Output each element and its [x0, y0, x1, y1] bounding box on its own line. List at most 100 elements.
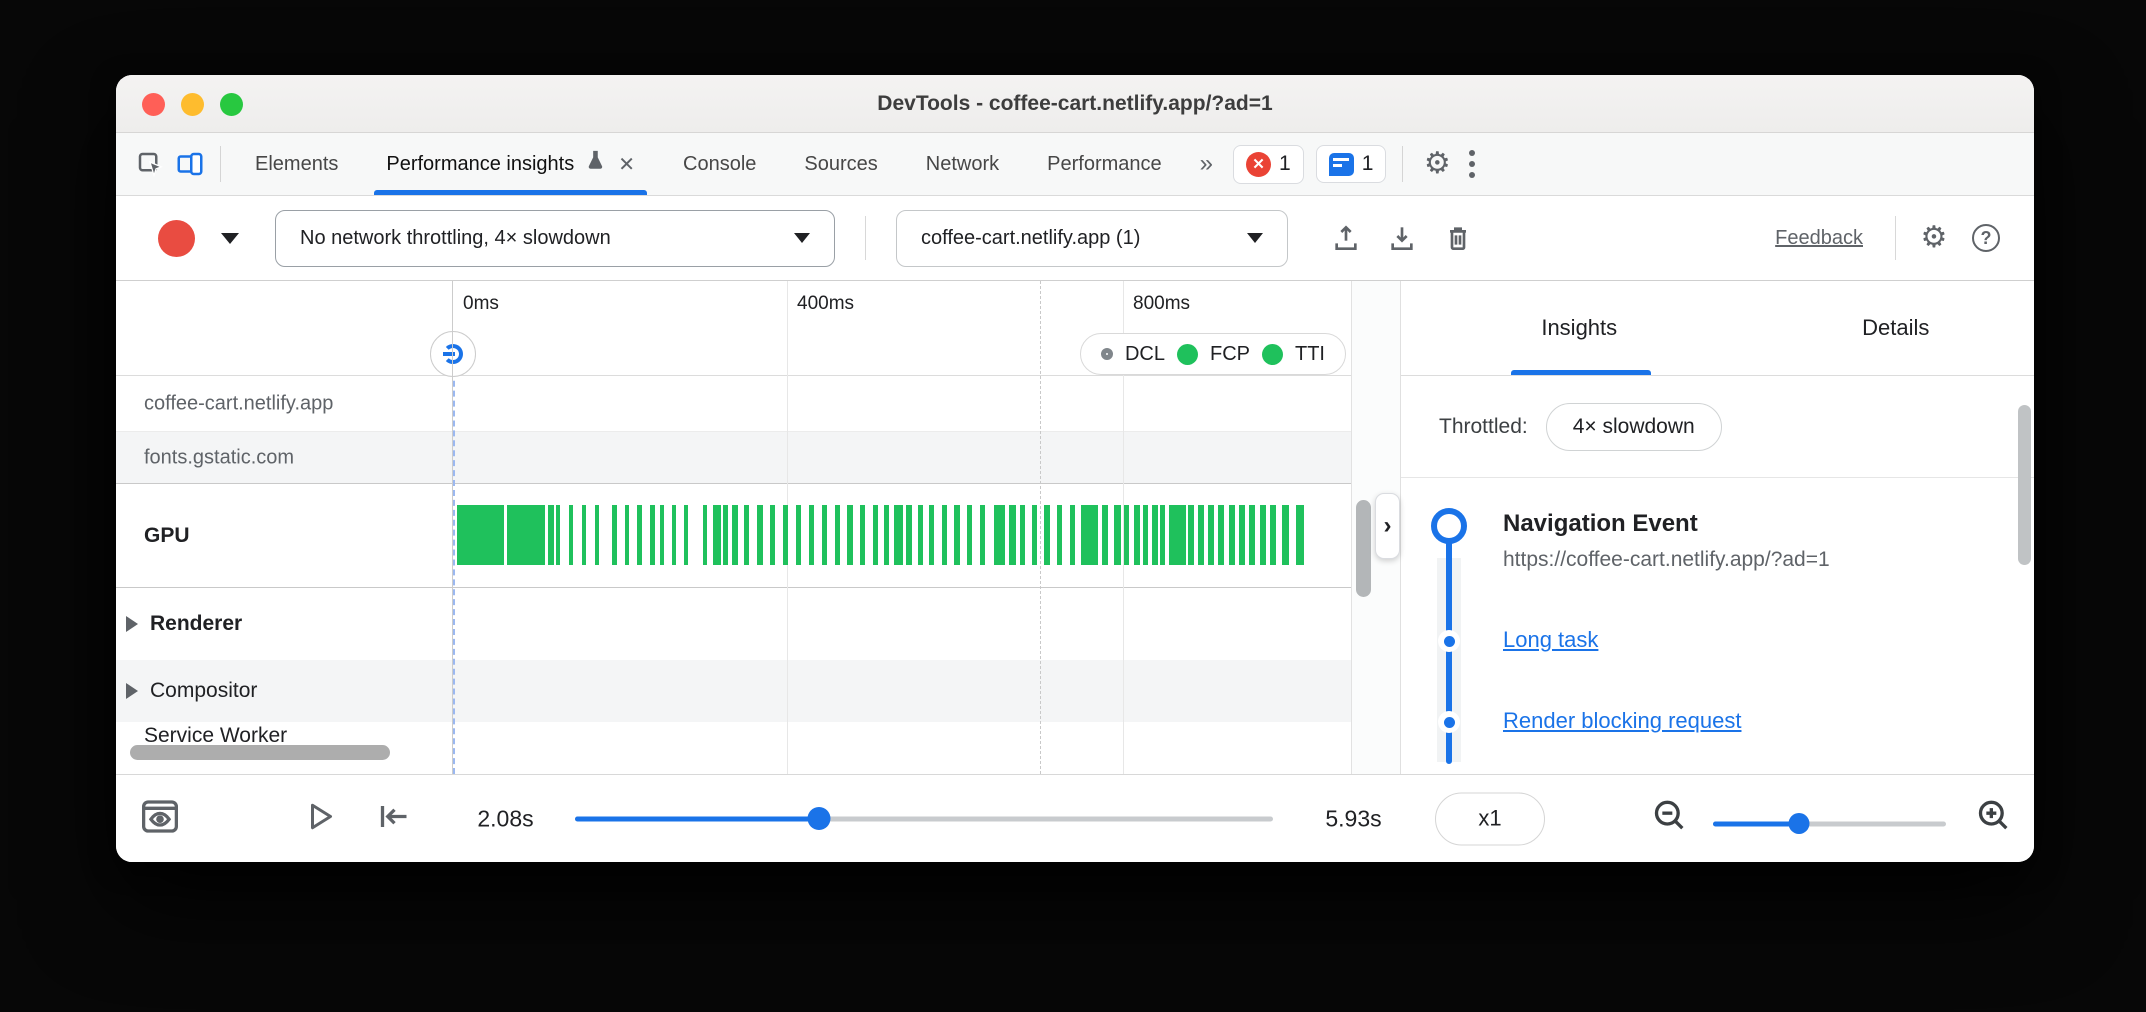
record-button[interactable] [158, 220, 195, 257]
zoom-in-icon[interactable] [1973, 796, 2013, 841]
trash-icon[interactable] [1438, 218, 1478, 258]
throttled-value-pill: 4× slowdown [1546, 403, 1722, 451]
gpu-activity-bar [1270, 505, 1276, 565]
perf-insights-toolbar: No network throttling, 4× slowdown coffe… [116, 196, 2034, 281]
zoom-slider[interactable] [1713, 821, 1946, 826]
event-link[interactable]: Render blocking request [1503, 708, 1741, 734]
disclosure-triangle-icon[interactable] [126, 616, 138, 632]
devtools-window: DevTools - coffee-cart.netlify.app/?ad=1… [116, 75, 2034, 862]
track-label: coffee-cart.netlify.app [144, 392, 333, 415]
gpu-activity-bar [1124, 505, 1129, 565]
error-count-badge[interactable]: ✕ 1 [1233, 145, 1304, 184]
gpu-activity-bar [847, 505, 852, 565]
gpu-activity-bar [1081, 505, 1097, 565]
download-icon[interactable] [1382, 218, 1422, 258]
legend-label: DCL [1125, 343, 1165, 366]
gpu-activity-bar [672, 505, 676, 565]
collapse-panel-button[interactable]: › [1375, 493, 1400, 559]
throttled-label: Throttled: [1439, 415, 1528, 439]
gpu-activity-bar [918, 505, 923, 565]
issues-count-badge[interactable]: 1 [1316, 145, 1387, 183]
gpu-activity-bar [660, 505, 664, 565]
device-toolbar-icon[interactable] [170, 144, 210, 184]
playback-slider[interactable] [575, 816, 1273, 821]
help-icon[interactable]: ? [1966, 218, 2006, 258]
gpu-activity-bar [796, 505, 801, 565]
track-names-divider[interactable] [452, 281, 453, 774]
gpu-activity-bar [1169, 505, 1186, 565]
devtools-tabbar: Elements Performance insights ✕ Console … [116, 133, 2034, 196]
window-titlebar: DevTools - coffee-cart.netlify.app/?ad=1 [116, 75, 2034, 133]
gpu-activity-bar [1229, 505, 1235, 565]
tab-elements[interactable]: Elements [243, 133, 350, 195]
gpu-activity-bar [1249, 505, 1255, 565]
vertical-scrollbar-thumb[interactable] [1356, 500, 1371, 597]
gpu-activity-bar [809, 505, 814, 565]
playback-bottom-bar: 2.08s 5.93s x1 [116, 774, 2034, 862]
playback-speed-pill[interactable]: x1 [1435, 792, 1545, 845]
panel-settings-gear-icon[interactable]: ⚙ [1914, 218, 1954, 258]
active-tab-underline [374, 190, 647, 195]
gpu-activity-bar [942, 505, 947, 565]
total-time-label: 5.93s [1301, 805, 1406, 832]
tab-performance-insights[interactable]: Performance insights ✕ [374, 133, 647, 195]
recording-select[interactable]: coffee-cart.netlify.app (1) [896, 210, 1288, 267]
inspect-element-icon[interactable] [130, 144, 170, 184]
zoom-out-glyph-icon [443, 344, 463, 364]
tab-sources[interactable]: Sources [792, 133, 889, 195]
gpu-activity-bar [1296, 505, 1305, 565]
panel-scrollbar-thumb[interactable] [2018, 405, 2031, 565]
navigation-event-circle-icon[interactable] [1431, 508, 1467, 544]
tabbar-divider-2 [1402, 146, 1403, 182]
throttling-select[interactable]: No network throttling, 4× slowdown [275, 210, 835, 267]
gpu-activity-bar [1070, 505, 1075, 565]
tab-insights[interactable]: Insights [1441, 281, 1718, 375]
gpu-activity-bar [637, 505, 641, 565]
zoom-out-icon[interactable] [1649, 796, 1689, 841]
zoom-slider-thumb[interactable] [1789, 813, 1810, 834]
error-count: 1 [1279, 152, 1291, 176]
zoom-slider-fill [1713, 821, 1799, 826]
gpu-activity-bar [703, 505, 707, 565]
skip-to-start-icon[interactable] [374, 798, 412, 839]
play-button[interactable] [302, 798, 338, 839]
gpu-activity-bar [1152, 505, 1158, 565]
event-link[interactable]: Long task [1503, 627, 1598, 653]
tab-console[interactable]: Console [671, 133, 768, 195]
record-options-caret-icon[interactable] [221, 233, 239, 244]
event-url: https://coffee-cart.netlify.app/?ad=1 [1503, 548, 1830, 572]
gpu-activity-bar [625, 505, 629, 565]
message-bubble-icon [1329, 153, 1354, 176]
settings-gear-icon[interactable]: ⚙ [1417, 144, 1457, 184]
tab-performance[interactable]: Performance [1035, 133, 1174, 195]
gpu-activity-bar [650, 505, 654, 565]
kebab-menu-icon[interactable] [1461, 150, 1483, 178]
tti-marker-icon [1262, 344, 1283, 365]
gpu-activity-bar [1218, 505, 1224, 565]
error-icon: ✕ [1246, 152, 1271, 177]
gpu-activity-bar [929, 505, 934, 565]
tab-network[interactable]: Network [914, 133, 1011, 195]
insights-panel: Insights Details Throttled: 4× slowdown … [1400, 281, 2034, 774]
disclosure-triangle-icon[interactable] [126, 683, 138, 699]
legend-label: TTI [1295, 343, 1325, 366]
breadcrumb-zoom-handle[interactable] [430, 331, 476, 377]
ruler-tick-label: 800ms [1133, 293, 1190, 315]
event-title: Navigation Event [1503, 510, 1698, 538]
gpu-activity-bar [1102, 505, 1108, 565]
feedback-link[interactable]: Feedback [1775, 227, 1863, 250]
tab-details[interactable]: Details [1758, 281, 2035, 375]
gpu-activity-bar [1134, 505, 1139, 565]
gpu-activity-bar [1198, 505, 1204, 565]
timeline-canvas[interactable]: DCLFCPTTI 0ms400ms800ms [453, 281, 1352, 774]
preview-visibility-icon[interactable] [138, 796, 182, 841]
upload-icon[interactable] [1326, 218, 1366, 258]
playback-slider-thumb[interactable] [808, 807, 831, 830]
select-caret-icon [1247, 233, 1263, 243]
horizontal-scrollbar-thumb[interactable] [130, 745, 390, 760]
ruler-tick-label: 0ms [463, 293, 499, 315]
gpu-activity-bar [783, 505, 788, 565]
close-tab-icon[interactable]: ✕ [618, 152, 635, 177]
select-caret-icon [794, 233, 810, 243]
more-tabs-button[interactable]: » [1200, 150, 1213, 178]
